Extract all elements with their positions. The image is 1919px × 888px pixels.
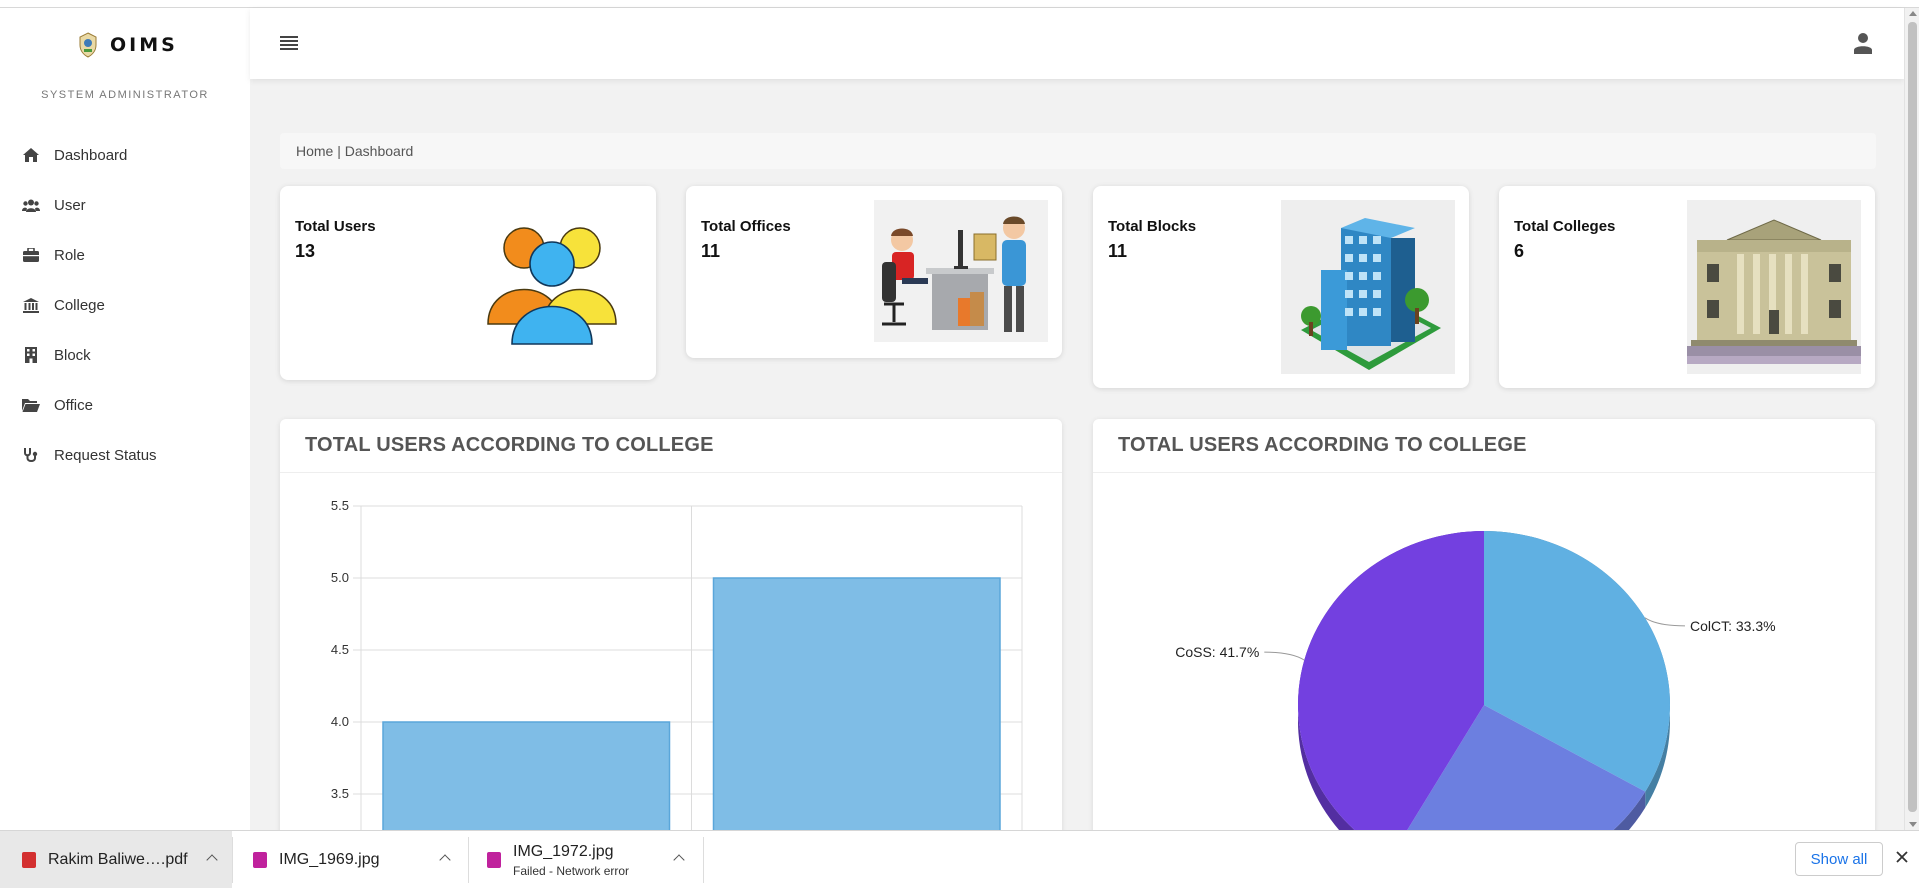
stat-value: 11 <box>701 241 721 261</box>
pie-leader-line <box>1644 617 1685 627</box>
college-building-illustration <box>1687 200 1861 374</box>
image-file-icon <box>487 852 501 868</box>
office-workers-illustration <box>874 200 1048 342</box>
stat-title: Total Colleges <box>1514 218 1616 235</box>
sidebar-item-label: Dashboard <box>54 146 128 164</box>
pdf-file-icon <box>22 852 36 868</box>
image-file-icon <box>253 852 267 868</box>
menu-toggle-icon[interactable] <box>280 36 298 50</box>
sidebar-item-label: User <box>54 196 86 214</box>
top-header <box>250 8 1904 79</box>
y-tick-label: 3.5 <box>331 786 349 801</box>
y-tick-label: 5.0 <box>331 570 349 585</box>
bar-chart: 3.5 4.0 4.5 5.0 5.5 <box>331 498 1023 839</box>
show-all-button[interactable]: Show all <box>1795 842 1883 876</box>
page-scrollbar[interactable] <box>1904 8 1919 830</box>
sidebar-item-dashboard[interactable]: Dashboard <box>0 130 250 180</box>
pie-slice-label: ColCT: 33.3% <box>1690 618 1776 634</box>
downloads-bar: Rakim Baliwe….pdf IMG_1969.jpg IMG_1972.… <box>0 830 1919 888</box>
user-account-icon[interactable] <box>1854 32 1872 54</box>
bar-chart-panel: TOTAL USERS ACCORDING TO COLLEGE 3.5 4.0 4… <box>280 419 1062 839</box>
breadcrumb-home-link[interactable]: Home <box>296 143 333 159</box>
divider <box>703 837 704 883</box>
sidebar-item-college[interactable]: College <box>0 280 250 330</box>
breadcrumb-current: Dashboard <box>344 143 414 159</box>
sidebar: OIMS SYSTEM ADMINISTRATOR Dashboard User… <box>0 8 250 830</box>
home-icon <box>22 146 40 164</box>
breadcrumb: Home | Dashboard <box>280 133 1876 169</box>
pie-leader-line <box>1264 651 1305 661</box>
pie-chart: ColCT: 33.3% CoSS: 41.7% <box>1175 531 1776 839</box>
sidebar-item-label: Request Status <box>54 446 157 464</box>
sidebar-item-block[interactable]: Block <box>0 330 250 380</box>
building-block-illustration <box>1281 200 1455 374</box>
chevron-up-icon[interactable] <box>439 854 451 866</box>
chevron-up-icon[interactable] <box>673 854 685 866</box>
brand[interactable]: OIMS <box>78 32 178 58</box>
stat-card-total-users: Total Users 13 <box>280 186 656 380</box>
stat-title: Total Offices <box>701 218 791 235</box>
stat-value: 13 <box>295 241 316 261</box>
briefcase-icon <box>22 246 40 264</box>
browser-top-edge <box>0 0 1919 8</box>
stat-card-total-blocks: Total Blocks 11 <box>1093 186 1469 388</box>
sidebar-item-label: Role <box>54 246 85 264</box>
university-logo-icon <box>79 32 97 58</box>
y-tick-label: 5.5 <box>331 498 349 513</box>
download-filename: IMG_1969.jpg <box>279 851 380 868</box>
sidebar-item-label: Office <box>54 396 93 414</box>
building-icon <box>22 346 40 364</box>
download-filename: IMG_1972.jpg <box>513 842 614 860</box>
bank-icon <box>22 296 40 314</box>
bar[interactable] <box>712 577 1001 839</box>
y-tick-label: 4.5 <box>331 642 349 657</box>
sidebar-item-label: Block <box>54 346 91 364</box>
download-status: Failed - Network error <box>513 863 630 878</box>
download-item[interactable]: IMG_1969.jpg <box>233 831 468 888</box>
stethoscope-icon <box>22 446 40 464</box>
download-item[interactable]: IMG_1972.jpg Failed - Network error <box>469 831 703 888</box>
pie-slice-label: CoSS: 41.7% <box>1175 644 1259 660</box>
bar[interactable] <box>382 721 671 839</box>
sidebar-item-office[interactable]: Office <box>0 380 250 430</box>
download-item[interactable]: Rakim Baliwe….pdf <box>0 831 232 888</box>
chevron-up-icon[interactable] <box>206 854 218 866</box>
download-filename: Rakim Baliwe….pdf <box>48 851 188 868</box>
sidebar-item-role[interactable]: Role <box>0 230 250 280</box>
sidebar-item-label: College <box>54 296 105 314</box>
sidebar-item-user[interactable]: User <box>0 180 250 230</box>
stat-card-total-colleges: Total Colleges 6 <box>1499 186 1875 388</box>
stat-card-total-offices: Total Offices 11 <box>686 186 1062 358</box>
sidebar-nav: Dashboard User Role College Block Office… <box>0 130 250 480</box>
folder-open-icon <box>22 396 40 414</box>
sidebar-item-request-status[interactable]: Request Status <box>0 430 250 480</box>
users-icon <box>22 196 40 214</box>
close-icon[interactable] <box>1894 849 1910 865</box>
scrollbar-thumb[interactable] <box>1908 22 1917 812</box>
stat-title: Total Users <box>295 218 376 235</box>
stat-value: 6 <box>1514 241 1525 261</box>
scroll-up-icon[interactable] <box>1909 11 1917 16</box>
brand-name: OIMS <box>110 34 178 56</box>
stat-value: 11 <box>1108 241 1128 261</box>
users-group-illustration <box>487 227 617 345</box>
role-caption: SYSTEM ADMINISTRATOR <box>41 89 209 101</box>
stat-title: Total Blocks <box>1108 218 1197 235</box>
y-tick-label: 4.0 <box>331 714 349 729</box>
scroll-down-icon[interactable] <box>1909 822 1917 827</box>
breadcrumb-separator: | <box>333 143 345 159</box>
pie-chart-panel: TOTAL USERS ACCORDING TO COLLEGE ColCT: … <box>1093 419 1875 839</box>
